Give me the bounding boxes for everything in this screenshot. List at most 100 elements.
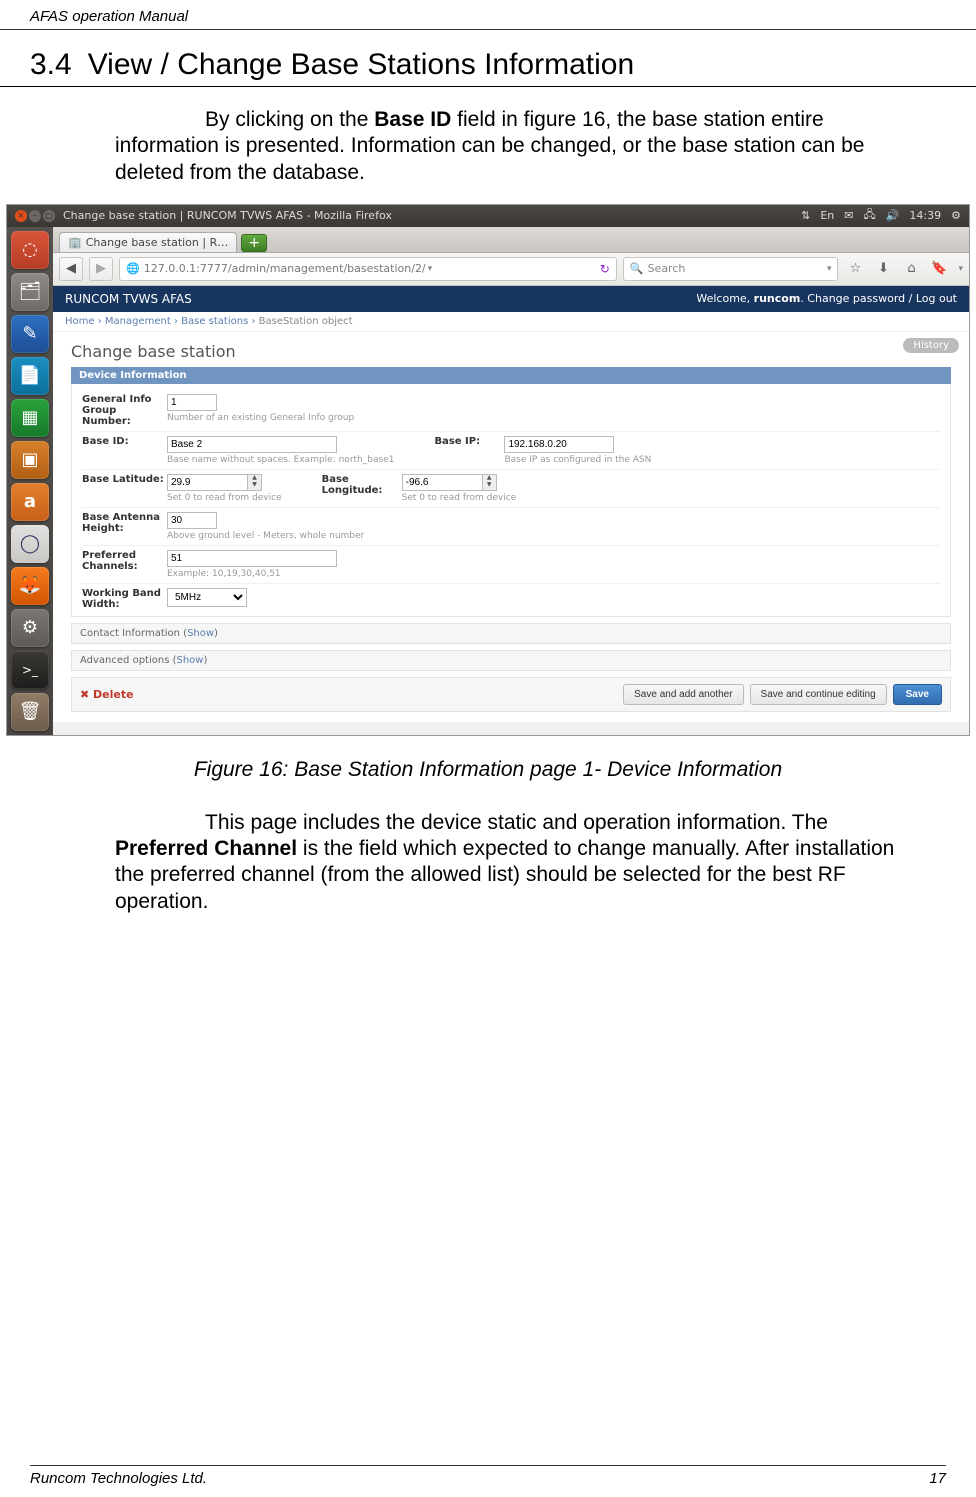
footer-page-number: 17 xyxy=(929,1470,946,1487)
lbl-group-number: General Info Group Number: xyxy=(82,394,167,427)
intro-paragraph: By clicking on the Base ID field in figu… xyxy=(0,107,976,186)
doc-footer: Runcom Technologies Ltd. 17 xyxy=(30,1465,946,1487)
home-button[interactable]: ⌂ xyxy=(900,258,922,280)
ubuntu-top-panel: × – ▢ Change base station | RUNCOM TVWS … xyxy=(7,205,969,227)
input-base-lon-wrap: ▲▼ xyxy=(402,474,497,491)
browser-tab[interactable]: 🏢 Change base station | R… xyxy=(59,232,237,252)
fieldset-device-info: General Info Group Number: Number of an … xyxy=(71,384,951,617)
downloads-button[interactable]: ⬇ xyxy=(872,258,894,280)
input-base-lat[interactable] xyxy=(167,474,248,491)
help-base-ip: Base IP as configured in the ASN xyxy=(504,455,651,465)
star-button[interactable]: ☆ xyxy=(844,258,866,280)
chevron-down-icon[interactable]: ▼ xyxy=(248,482,261,490)
eclipse-icon[interactable]: ◯ xyxy=(11,525,49,563)
minimize-icon[interactable]: – xyxy=(29,210,41,222)
close-icon[interactable]: × xyxy=(15,210,27,222)
impress-icon[interactable]: ▣ xyxy=(11,441,49,479)
help-base-lon: Set 0 to read from device xyxy=(402,493,517,503)
fieldset-contact-info[interactable]: Contact Information (Show) xyxy=(71,623,951,644)
window-controls[interactable]: × – ▢ xyxy=(15,210,55,222)
welcome-user: runcom xyxy=(754,292,801,305)
fs3-show-link[interactable]: Show xyxy=(176,655,203,666)
url-dropdown-icon[interactable]: ▾ xyxy=(428,264,433,274)
bookmarks-button[interactable]: 🔖 xyxy=(928,258,950,280)
fieldset-device-info-head: Device Information xyxy=(71,367,951,384)
settings-icon[interactable]: ⚙ xyxy=(11,609,49,647)
network-updown-icon[interactable]: ⇅ xyxy=(801,209,810,222)
forward-button[interactable]: ▶ xyxy=(89,257,113,281)
back-button[interactable]: ◀ xyxy=(59,257,83,281)
lbl-base-id: Base ID: xyxy=(82,436,167,447)
lbl-base-ip: Base IP: xyxy=(434,436,504,447)
new-tab-button[interactable]: + xyxy=(241,234,267,252)
writer-icon[interactable]: 📄 xyxy=(11,357,49,395)
bookmarks-dropdown-icon[interactable]: ▾ xyxy=(958,264,963,274)
crumb-basestations[interactable]: Base stations xyxy=(181,316,248,327)
help-base-lat: Set 0 to read from device xyxy=(167,493,282,503)
clock[interactable]: 14:39 xyxy=(909,209,941,222)
mail-icon[interactable]: ✉ xyxy=(844,209,853,222)
input-group-number[interactable] xyxy=(167,394,217,411)
crumb-management[interactable]: Management xyxy=(105,316,171,327)
firefox-tab-strip: 🏢 Change base station | R… + xyxy=(53,227,969,253)
terminal-icon[interactable]: >_ xyxy=(11,651,49,689)
chevron-down-icon[interactable]: ▼ xyxy=(483,482,496,490)
page-title: Change base station xyxy=(71,342,951,361)
sound-icon[interactable]: 🔊 xyxy=(886,209,900,222)
p1-a: By clicking on the xyxy=(205,108,374,131)
save-continue-button[interactable]: Save and continue editing xyxy=(750,684,887,705)
crumb-current: BaseStation object xyxy=(259,316,353,327)
input-base-lon[interactable] xyxy=(402,474,483,491)
admin-page: RUNCOM TVWS AFAS Welcome, runcom. Change… xyxy=(53,286,969,735)
session-icon[interactable]: ⚙ xyxy=(951,209,961,222)
lbl-base-lat: Base Latitude: xyxy=(82,474,167,485)
dash-icon[interactable]: ◌ xyxy=(11,231,49,269)
save-button[interactable]: Save xyxy=(893,684,942,705)
fs3-label: Advanced options ( xyxy=(80,655,176,666)
page-empty-area xyxy=(53,722,969,735)
crumb-home[interactable]: Home xyxy=(65,316,95,327)
input-antenna-h[interactable] xyxy=(167,512,217,529)
embedded-screenshot: × – ▢ Change base station | RUNCOM TVWS … xyxy=(6,204,970,736)
firefox-nav-toolbar: ◀ ▶ 🌐 127.0.0.1:7777/admin/management/ba… xyxy=(53,253,969,286)
input-base-id[interactable] xyxy=(167,436,337,453)
spinner-lat[interactable]: ▲▼ xyxy=(248,474,262,491)
search-dropdown-icon[interactable]: ▾ xyxy=(827,264,832,274)
trash-icon[interactable]: 🗑 xyxy=(11,693,49,731)
p2-a: This page includes the device static and… xyxy=(205,811,828,834)
search-bar[interactable]: 🔍 Search ▾ xyxy=(623,257,839,281)
files-icon[interactable]: 🗂 xyxy=(11,273,49,311)
app-blue-icon[interactable]: ✎ xyxy=(11,315,49,353)
history-button[interactable]: History xyxy=(903,338,959,353)
refresh-icon[interactable]: ↻ xyxy=(600,262,610,276)
maximize-icon[interactable]: ▢ xyxy=(43,210,55,222)
doc-running-header: AFAS operation Manual xyxy=(0,0,976,30)
lbl-antenna-h: Base Antenna Height: xyxy=(82,512,167,534)
p2-bold: Preferred Channel xyxy=(115,837,297,860)
calc-icon[interactable]: ▦ xyxy=(11,399,49,437)
url-bar[interactable]: 🌐 127.0.0.1:7777/admin/management/basest… xyxy=(119,257,617,281)
lbl-bandwidth: Working Band Width: xyxy=(82,588,167,610)
firefox-icon[interactable]: 🦊 xyxy=(11,567,49,605)
fs3-close: ) xyxy=(203,655,207,666)
input-pref-channels[interactable] xyxy=(167,550,337,567)
fieldset-advanced[interactable]: Advanced options (Show) xyxy=(71,650,951,671)
welcome-post: . Change password / Log out xyxy=(800,292,957,305)
section-title: View / Change Base Stations Information xyxy=(88,48,634,82)
footer-left: Runcom Technologies Ltd. xyxy=(30,1470,207,1487)
keyboard-indicator[interactable]: En xyxy=(820,209,834,222)
input-base-ip[interactable] xyxy=(504,436,614,453)
lbl-base-lon: Base Longitude: xyxy=(322,474,402,496)
select-bandwidth[interactable]: 5MHz xyxy=(167,588,247,607)
delete-link[interactable]: ✖ Delete xyxy=(80,688,134,701)
fs2-show-link[interactable]: Show xyxy=(187,628,214,639)
url-text: 127.0.0.1:7777/admin/management/basestat… xyxy=(144,262,426,275)
lbl-pref-channels: Preferred Channels: xyxy=(82,550,167,572)
second-paragraph: This page includes the device static and… xyxy=(0,810,976,915)
amazon-icon[interactable]: a xyxy=(11,483,49,521)
network-icon[interactable]: 🖧 xyxy=(863,206,875,225)
site-identity-icon[interactable]: 🌐 xyxy=(126,262,140,275)
spinner-lon[interactable]: ▲▼ xyxy=(483,474,497,491)
save-add-another-button[interactable]: Save and add another xyxy=(623,684,743,705)
admin-user-tools[interactable]: Welcome, runcom. Change password / Log o… xyxy=(696,292,957,305)
